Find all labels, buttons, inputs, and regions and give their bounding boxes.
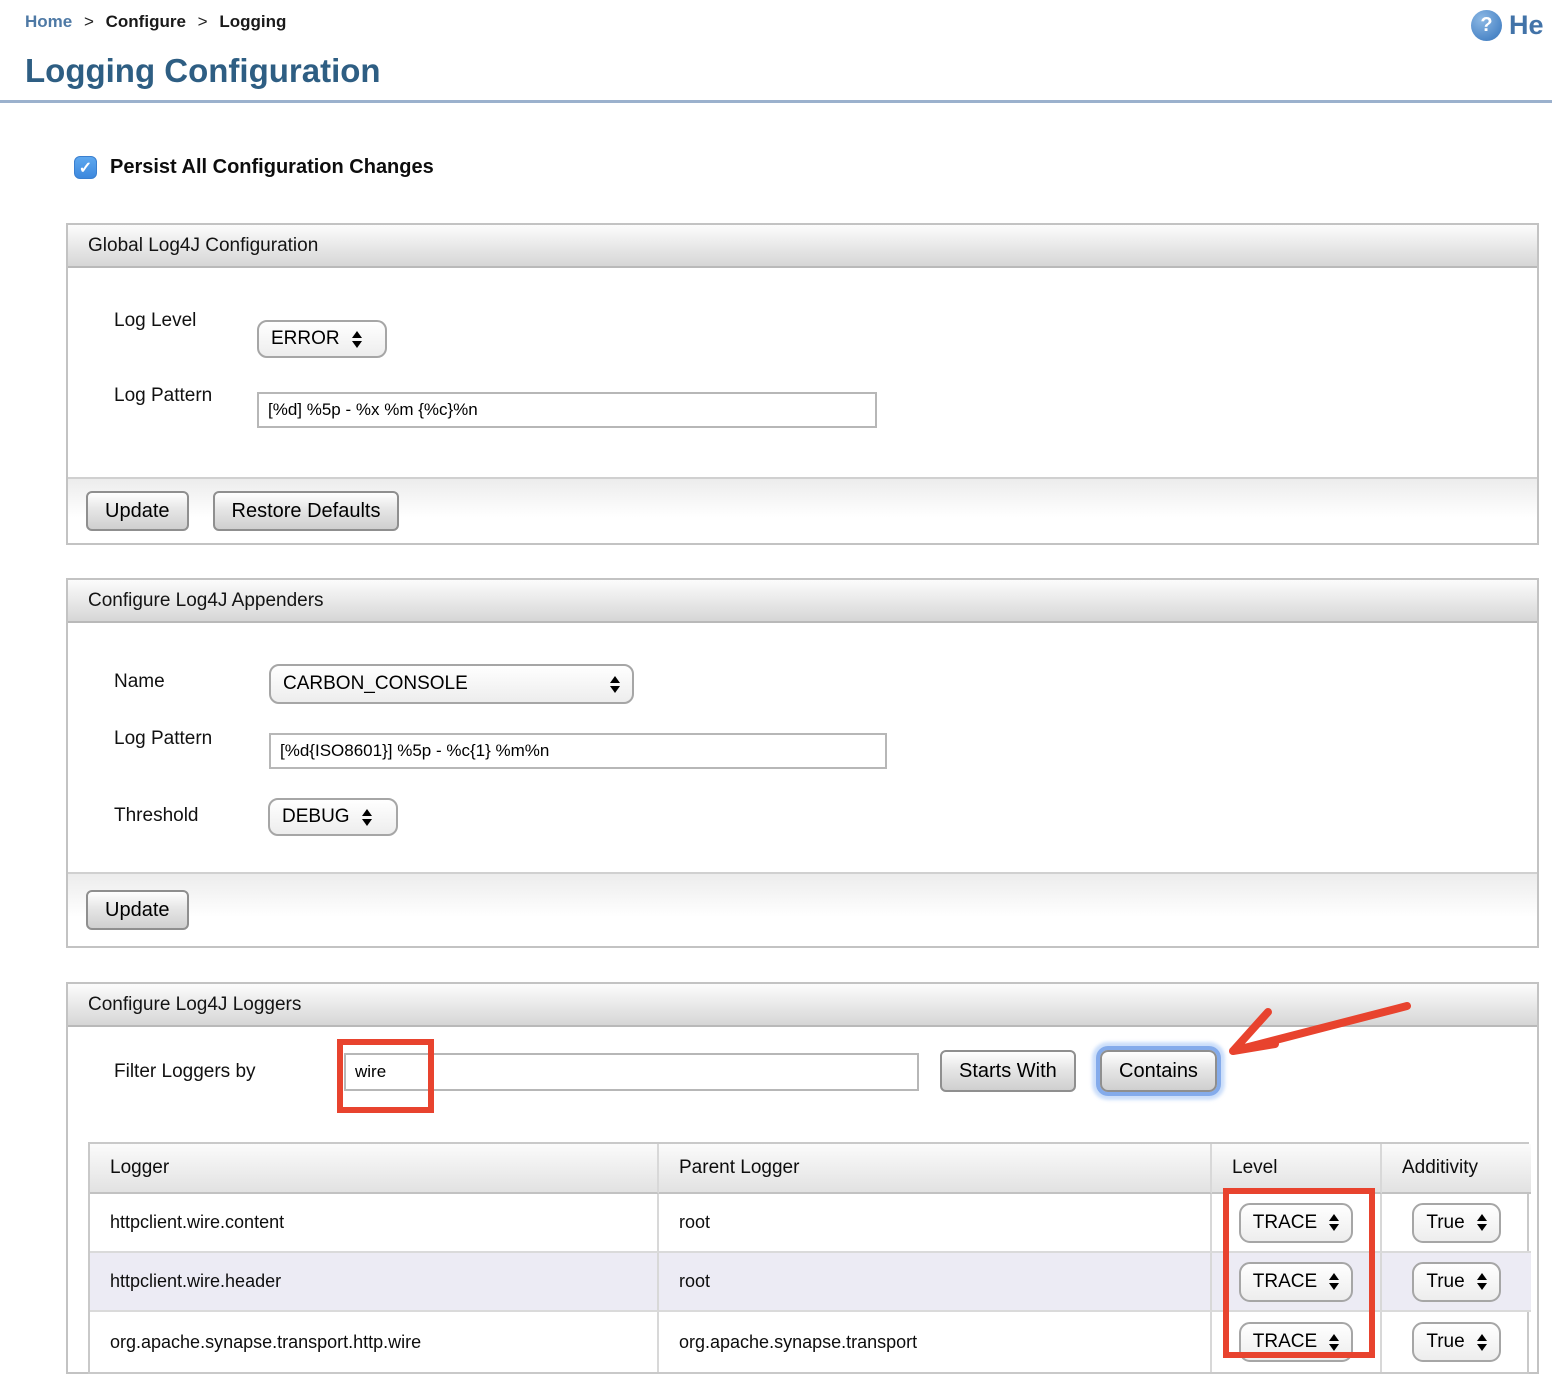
log-level-select[interactable]: ERROR	[257, 320, 387, 358]
log-level-label: Log Level	[114, 307, 214, 334]
starts-with-button[interactable]: Starts With	[940, 1050, 1076, 1092]
logging-configuration-page: Home > Configure > Logging ? He Logging …	[0, 0, 1552, 1392]
appenders-update-button[interactable]: Update	[86, 890, 189, 930]
global-log4j-panel: Global Log4J Configuration Log Level ERR…	[66, 223, 1539, 545]
additivity-cell: True	[1382, 1312, 1531, 1372]
column-header-additivity: Additivity	[1382, 1144, 1531, 1194]
breadcrumb-item-logging: Logging	[219, 12, 286, 31]
loggers-table: Logger Parent Logger Level Additivity ht…	[88, 1142, 1529, 1374]
level-select[interactable]: TRACE	[1239, 1322, 1353, 1362]
filter-loggers-input[interactable]	[344, 1053, 919, 1091]
select-value: TRACE	[1253, 1331, 1317, 1353]
update-button[interactable]: Update	[86, 491, 189, 531]
appender-name-label: Name	[114, 668, 165, 695]
logger-name-cell: org.apache.synapse.transport.http.wire	[90, 1312, 659, 1372]
additivity-select[interactable]: True	[1412, 1262, 1500, 1302]
appenders-panel-header: Configure Log4J Appenders	[68, 580, 1537, 623]
appenders-panel-footer: Update	[68, 872, 1537, 946]
loggers-panel: Configure Log4J Loggers Filter Loggers b…	[66, 982, 1539, 1374]
panel-title: Configure Log4J Loggers	[88, 994, 301, 1016]
appender-log-pattern-input[interactable]	[269, 733, 887, 769]
updown-arrows-icon	[352, 331, 362, 348]
persist-label: Persist All Configuration Changes	[110, 156, 434, 179]
level-cell: TRACE	[1212, 1312, 1382, 1372]
additivity-cell: True	[1382, 1194, 1531, 1253]
breadcrumb-item-configure[interactable]: Configure	[106, 12, 186, 31]
persist-row: ✓ Persist All Configuration Changes	[74, 156, 434, 179]
logger-name-cell: httpclient.wire.content	[90, 1194, 659, 1253]
updown-arrows-icon	[362, 809, 372, 826]
breadcrumb-separator: >	[198, 12, 208, 31]
updown-arrows-icon	[1477, 1273, 1487, 1290]
select-value: CARBON_CONSOLE	[283, 673, 468, 695]
help-icon[interactable]: ?	[1471, 10, 1502, 41]
column-header-level: Level	[1212, 1144, 1382, 1194]
panel-title: Global Log4J Configuration	[88, 235, 318, 257]
select-value: True	[1426, 1271, 1464, 1293]
contains-button[interactable]: Contains	[1100, 1050, 1217, 1092]
global-panel-footer: Update Restore Defaults	[68, 477, 1537, 543]
level-select[interactable]: TRACE	[1239, 1262, 1353, 1302]
help-control[interactable]: ? He	[1471, 10, 1544, 41]
persist-checkbox[interactable]: ✓	[74, 156, 97, 179]
select-value: DEBUG	[282, 806, 350, 828]
updown-arrows-icon	[1329, 1334, 1339, 1351]
select-value: ERROR	[271, 328, 340, 350]
global-log4j-panel-header: Global Log4J Configuration	[68, 225, 1537, 268]
log-pattern-label: Log Pattern	[114, 382, 214, 409]
column-header-parent-logger: Parent Logger	[659, 1144, 1212, 1194]
additivity-select[interactable]: True	[1412, 1203, 1500, 1243]
additivity-select[interactable]: True	[1412, 1322, 1500, 1362]
parent-logger-cell: root	[659, 1194, 1212, 1253]
column-header-logger: Logger	[90, 1144, 659, 1194]
log-pattern-input[interactable]	[257, 392, 877, 428]
check-icon: ✓	[79, 158, 92, 178]
logger-name-cell: httpclient.wire.header	[90, 1253, 659, 1312]
title-divider	[0, 100, 1552, 103]
page-title: Logging Configuration	[25, 52, 381, 90]
restore-defaults-button[interactable]: Restore Defaults	[213, 491, 400, 531]
breadcrumb-link-home[interactable]: Home	[25, 12, 72, 31]
appender-name-select[interactable]: CARBON_CONSOLE	[269, 664, 634, 704]
updown-arrows-icon	[1329, 1214, 1339, 1231]
filter-loggers-label: Filter Loggers by	[114, 1058, 256, 1085]
loggers-panel-header: Configure Log4J Loggers	[68, 984, 1537, 1027]
updown-arrows-icon	[1329, 1273, 1339, 1290]
help-label[interactable]: He	[1509, 10, 1544, 41]
parent-logger-cell: root	[659, 1253, 1212, 1312]
select-value: TRACE	[1253, 1212, 1317, 1234]
breadcrumb: Home > Configure > Logging	[25, 12, 286, 32]
threshold-label: Threshold	[114, 802, 199, 829]
parent-logger-cell: org.apache.synapse.transport	[659, 1312, 1212, 1372]
level-select[interactable]: TRACE	[1239, 1203, 1353, 1243]
select-value: TRACE	[1253, 1271, 1317, 1293]
appenders-panel: Configure Log4J Appenders Name CARBON_CO…	[66, 578, 1539, 948]
updown-arrows-icon	[610, 676, 620, 693]
appender-log-pattern-label: Log Pattern	[114, 725, 214, 752]
panel-title: Configure Log4J Appenders	[88, 590, 324, 612]
select-value: True	[1426, 1212, 1464, 1234]
threshold-select[interactable]: DEBUG	[268, 798, 398, 836]
updown-arrows-icon	[1477, 1334, 1487, 1351]
additivity-cell: True	[1382, 1253, 1531, 1312]
updown-arrows-icon	[1477, 1214, 1487, 1231]
select-value: True	[1426, 1331, 1464, 1353]
breadcrumb-separator: >	[84, 12, 94, 31]
level-cell: TRACE	[1212, 1253, 1382, 1312]
level-cell: TRACE	[1212, 1194, 1382, 1253]
